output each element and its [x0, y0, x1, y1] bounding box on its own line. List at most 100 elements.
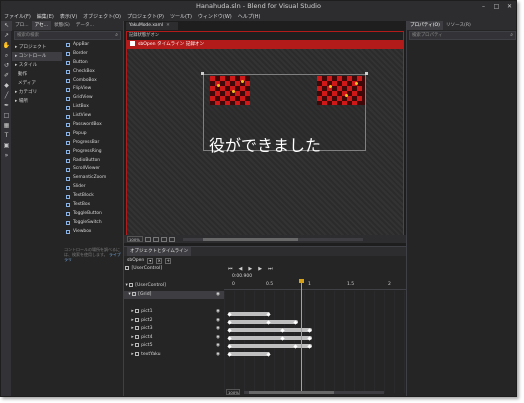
keyframe-lanes[interactable] [224, 291, 406, 393]
list-item[interactable]: ProgressBar [62, 139, 124, 148]
design-surface[interactable]: 記録状態がオン sbOpen タイムライン 記録オン 役ができました [126, 31, 404, 243]
visibility-eye-icon[interactable]: ◉ [216, 291, 220, 300]
tab-resources[interactable]: リソース(R) [443, 21, 474, 30]
category-item[interactable]: ▸ プロジェクト [12, 43, 62, 52]
list-item[interactable]: ToggleButton [62, 210, 124, 219]
list-item[interactable]: ScrollViewer [62, 165, 124, 174]
menu-view[interactable]: 表示(V) [60, 13, 77, 20]
minimize-button[interactable]: – [477, 1, 490, 12]
visibility-eye-icon[interactable]: ◉ [216, 351, 220, 360]
menu-edit[interactable]: 編集(E) [37, 13, 54, 20]
timeline-recording-bar[interactable]: sbOpen タイムライン 記録オン [127, 40, 403, 49]
time-ruler[interactable]: 0 0.5 1 1.5 2 [224, 281, 406, 290]
grid-marker[interactable] [201, 72, 204, 75]
list-item[interactable]: PasswordBox [62, 121, 124, 130]
grid-tool-icon[interactable]: ▦ [1, 121, 12, 131]
list-item[interactable]: Slider [62, 183, 124, 192]
properties-search-input[interactable]: 検索プロパティ ⌕ [409, 31, 516, 40]
pan-tool-icon[interactable]: ✋ [1, 41, 12, 51]
category-item[interactable]: ▸ カテゴリ [12, 88, 62, 97]
control-tool-icon[interactable]: ▣ [1, 141, 12, 151]
annotation-toggle-icon[interactable] [161, 236, 167, 242]
tree-node-root[interactable]: ▾ [UserControl] [124, 282, 224, 291]
zoom-tool-icon[interactable]: ⌕ [1, 51, 12, 61]
category-item[interactable]: 動作 [12, 70, 62, 79]
design-horizontal-scrollbar[interactable] [183, 237, 363, 241]
new-storyboard-icon[interactable]: + [165, 257, 172, 264]
list-item[interactable]: CheckBox [62, 68, 124, 77]
tree-node-grid[interactable]: ▾ [Grid] ◉ [124, 290, 224, 300]
storyboard-menu-icon[interactable]: ▾ [147, 257, 154, 264]
expander-icon[interactable]: ▸ [131, 309, 133, 314]
keyframe-icon[interactable] [266, 311, 271, 317]
visibility-eye-icon[interactable]: ◉ [216, 334, 220, 343]
tree-node-pict1[interactable]: ▸ pict1 ◉ [124, 308, 224, 317]
last-frame-button[interactable]: ⏭ [268, 266, 273, 272]
storyboard-name[interactable]: sbOpen [127, 258, 144, 263]
artboard[interactable]: 役ができました [127, 49, 403, 242]
yaku-text[interactable]: 役ができました [209, 132, 321, 156]
keyframe-icon[interactable] [266, 351, 271, 357]
assets-search-input[interactable]: 検索の検索 ⌕ [14, 31, 121, 40]
scroll-thumb[interactable] [203, 237, 298, 241]
list-item[interactable]: SemanticZoom [62, 174, 124, 183]
close-storyboard-icon[interactable]: ✕ [156, 257, 163, 264]
expander-icon[interactable]: ▾ [125, 283, 127, 288]
tree-node-pict5[interactable]: ▸ pict5 ◉ [124, 342, 224, 351]
animation-span[interactable] [228, 328, 312, 332]
menu-tools[interactable]: ツール(T) [170, 13, 192, 20]
expander-icon[interactable]: ▾ [128, 292, 130, 297]
menu-window[interactable]: ウィンドウ(W) [198, 13, 232, 20]
tree-node-pict3[interactable]: ▸ pict3 ◉ [124, 325, 224, 334]
animation-span[interactable] [228, 344, 312, 348]
menu-project[interactable]: プロジェクト(P) [127, 13, 164, 20]
expander-icon[interactable]: ▸ [131, 335, 133, 340]
text-tool-icon[interactable]: T [1, 131, 12, 141]
tab-assets[interactable]: アセ... [31, 21, 52, 30]
snap-toggle-icon[interactable] [153, 236, 159, 242]
next-frame-button[interactable]: ▶ [258, 266, 262, 272]
eyedropper-tool-icon[interactable]: ✐ [1, 71, 12, 81]
visibility-eye-icon[interactable]: ◉ [216, 342, 220, 351]
category-item[interactable]: ▸ スタイル [12, 61, 62, 70]
expander-icon[interactable]: ▸ [131, 318, 133, 323]
list-item[interactable]: Button [62, 59, 124, 68]
animation-span[interactable] [228, 312, 270, 316]
zoom-select[interactable]: 100% [127, 236, 143, 242]
expander-icon[interactable]: ▸ [131, 326, 133, 331]
list-item[interactable]: Popup [62, 130, 124, 139]
category-item[interactable]: ▸ 場所 [12, 97, 62, 106]
animation-span[interactable] [228, 336, 312, 340]
previous-frame-button[interactable]: ◀ [239, 266, 243, 272]
tree-node-pict4[interactable]: ▸ pict4 ◉ [124, 334, 224, 343]
brush-tool-icon[interactable]: ╱ [1, 91, 12, 101]
timeline-zoom-select[interactable]: 100% [226, 389, 240, 395]
document-tab[interactable]: YakuMode.xaml ✕ [126, 22, 178, 30]
menu-help[interactable]: ヘルプ(H) [238, 13, 261, 20]
tree-node-textyaku[interactable]: ▸ textYaku ◉ [124, 351, 224, 360]
tab-states[interactable]: 状態(S) [51, 21, 73, 30]
scroll-thumb[interactable] [249, 390, 334, 394]
direct-select-tool-icon[interactable]: ↗ [1, 31, 12, 41]
pen-tool-icon[interactable]: ✒ [1, 101, 12, 111]
list-item[interactable]: TextBox [62, 201, 124, 210]
paint-bucket-tool-icon[interactable]: ◆ [1, 81, 12, 91]
grid-toggle-icon[interactable] [145, 236, 151, 242]
visibility-eye-icon[interactable]: ◉ [216, 308, 220, 317]
close-tab-icon[interactable]: ✕ [166, 23, 170, 28]
menu-object[interactable]: オブジェクト(O) [83, 13, 121, 20]
visibility-eye-icon[interactable]: ◉ [216, 317, 220, 326]
list-item[interactable]: ProgressRing [62, 148, 124, 157]
tab-objects-timeline[interactable]: オブジェクトとタイムライン [127, 247, 192, 256]
animation-span[interactable] [228, 352, 270, 356]
selection-tool-icon[interactable]: ↖ [1, 21, 12, 31]
list-item[interactable]: ToggleSwitch [62, 219, 124, 228]
list-item[interactable]: RadioButton [62, 157, 124, 166]
visibility-eye-icon[interactable]: ◉ [216, 325, 220, 334]
tree-node-pict2[interactable]: ▸ pict2 ◉ [124, 317, 224, 326]
list-item[interactable]: ListView [62, 112, 124, 121]
effects-toggle-icon[interactable] [169, 236, 175, 242]
list-item[interactable]: AppBar [62, 41, 124, 50]
expander-icon[interactable]: ▸ [131, 352, 133, 357]
close-button[interactable]: ✕ [503, 1, 516, 12]
